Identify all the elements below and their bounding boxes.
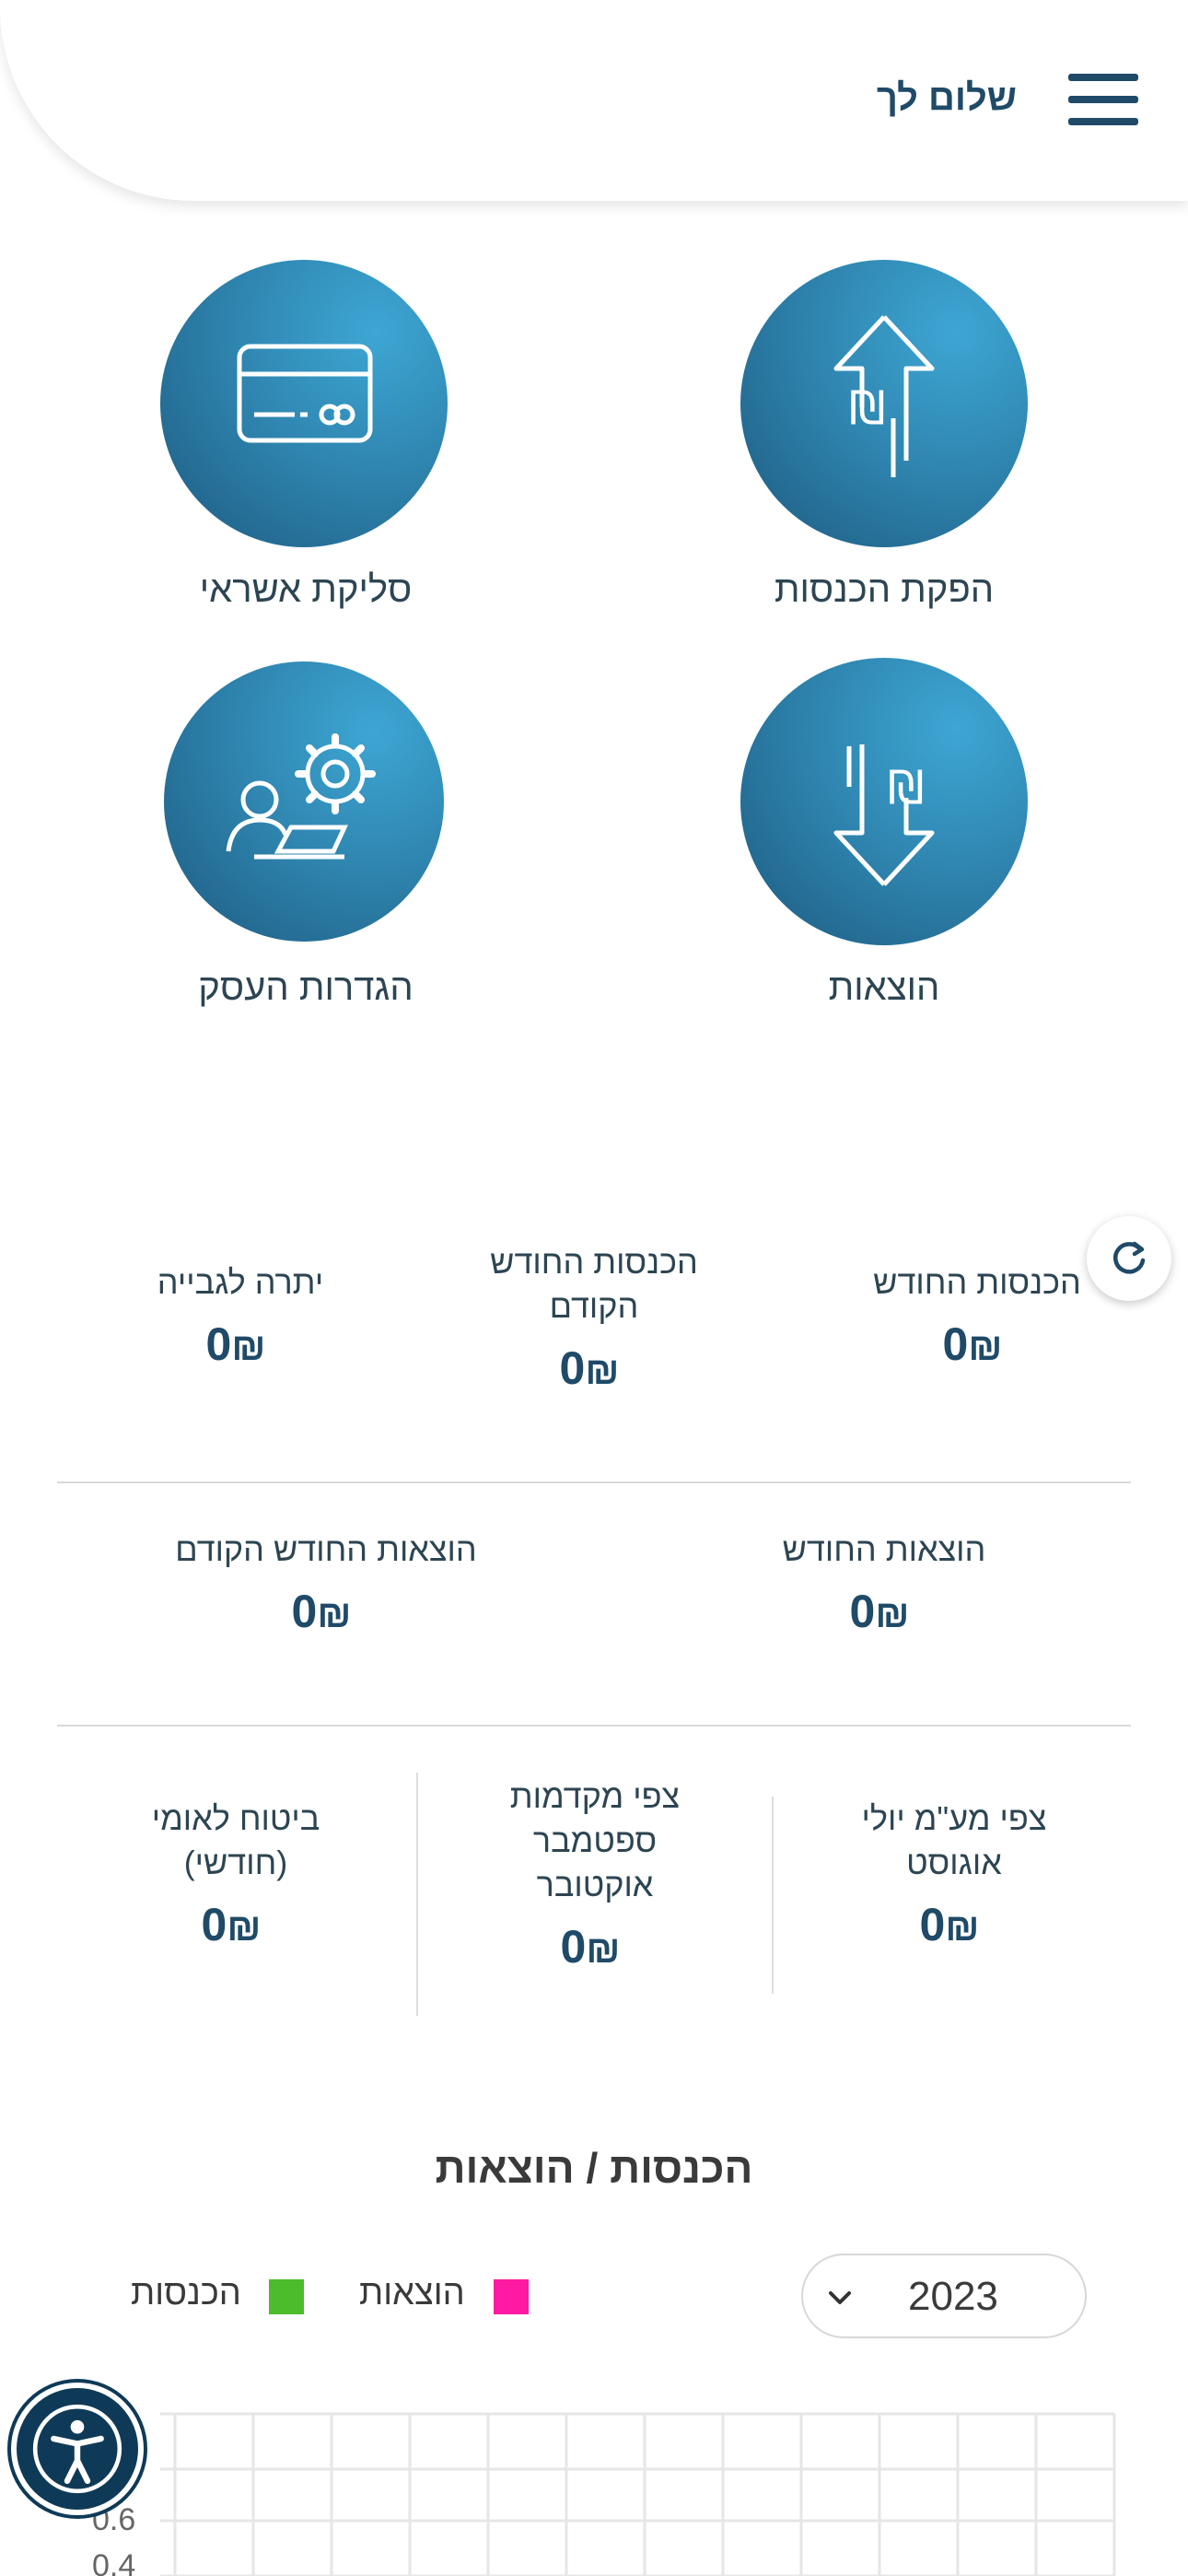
stat-label: הכנסות החודש: [873, 1263, 1081, 1301]
income-label[interactable]: הפקת הכנסות: [775, 569, 994, 611]
stat-value: 0₪: [205, 1318, 266, 1370]
person-gear-laptop-icon: [226, 733, 376, 860]
stat-label: הוצאות החודש הקודם: [175, 1530, 477, 1568]
divider: [57, 1481, 1131, 1483]
svg-text:₪: ₪: [888, 761, 924, 814]
legend-label: הכנסות: [131, 2274, 241, 2313]
stat-income-month: הכנסות החודש 0₪: [825, 1260, 1129, 1371]
expenses-button[interactable]: ₪: [740, 658, 1028, 945]
stat-national-insurance: ביטוח לאומי (חודשי) 0₪: [79, 1797, 392, 1951]
menu-icon[interactable]: [1068, 74, 1138, 125]
accessibility-icon: [32, 2404, 122, 2494]
y-tick-label: 0.4: [92, 2548, 135, 2576]
svg-text:₪: ₪: [849, 381, 885, 435]
income-expenses-chart: 00.60.4: [0, 2395, 1188, 2576]
stat-expenses-month: הוצאות החודש 0₪: [722, 1528, 1046, 1638]
credit-clearing-label[interactable]: סליקת אשראי: [200, 569, 413, 611]
stat-value: 0₪: [291, 1586, 352, 1637]
stat-value: 0₪: [560, 1921, 621, 1973]
divider: [772, 1797, 774, 1994]
credit-card-icon: [237, 344, 373, 443]
stat-value: 0₪: [849, 1586, 910, 1637]
divider: [57, 1725, 1131, 1727]
stat-label: יתרה לגבייה: [157, 1263, 324, 1301]
divider: [416, 1773, 418, 2016]
legend-swatch-income: [269, 2279, 304, 2314]
stat-label: צפי מקדמות ספטמבר אוקטובר: [509, 1777, 681, 1903]
stat-value: 0₪: [942, 1318, 1003, 1370]
dashboard-page: שלום לך ₪ הפקת הכנסות סליקת אשראי ₪ הוצא…: [0, 0, 1188, 2576]
greeting-text: שלום לך: [876, 77, 1017, 118]
stat-label: ביטוח לאומי (חודשי): [151, 1799, 320, 1881]
stat-value: 0₪: [201, 1899, 262, 1950]
expenses-label[interactable]: הוצאות: [829, 967, 940, 1009]
chart-svg: 00.60.4: [92, 2395, 1116, 2576]
accessibility-button[interactable]: [11, 2383, 144, 2515]
arrow-down-shekel-icon: ₪: [833, 744, 935, 886]
stat-label: צפי מע"מ יולי אוגוסט: [861, 1799, 1047, 1881]
legend-label: הוצאות: [359, 2274, 465, 2313]
stat-label: הכנסות החודש הקודם: [490, 1243, 698, 1325]
arrow-up-shekel-icon: ₪: [833, 315, 935, 477]
business-settings-label[interactable]: הגדרות העסק: [198, 967, 413, 1009]
stat-vat-forecast: צפי מע"מ יולי אוגוסט 0₪: [798, 1797, 1111, 1951]
legend-expenses[interactable]: הוצאות: [359, 2272, 530, 2318]
stat-value: 0₪: [919, 1899, 980, 1950]
stat-balance-to-collect: יתרה לגבייה 0₪: [88, 1260, 392, 1371]
legend-income[interactable]: הכנסות: [131, 2272, 308, 2318]
chart-title: הכנסות / הוצאות: [435, 2144, 753, 2192]
stat-label: הוצאות החודש: [782, 1530, 986, 1568]
chevron-down-icon: [829, 2291, 851, 2304]
stat-advances-forecast: צפי מקדמות ספטמבר אוקטובר 0₪: [438, 1774, 751, 1973]
credit-clearing-button[interactable]: [160, 260, 448, 547]
year-select[interactable]: 2023: [801, 2254, 1087, 2338]
app-header: שלום לך: [0, 0, 1188, 201]
stat-value: 0₪: [559, 1342, 620, 1394]
business-settings-button[interactable]: [164, 662, 444, 942]
year-select-value: 2023: [908, 2274, 998, 2319]
stat-income-prev: הכנסות החודש הקודם 0₪: [442, 1240, 746, 1395]
income-button[interactable]: ₪: [740, 260, 1028, 547]
legend-swatch-expenses: [494, 2279, 529, 2314]
stat-expenses-prev: הוצאות החודש הקודם 0₪: [142, 1528, 510, 1638]
